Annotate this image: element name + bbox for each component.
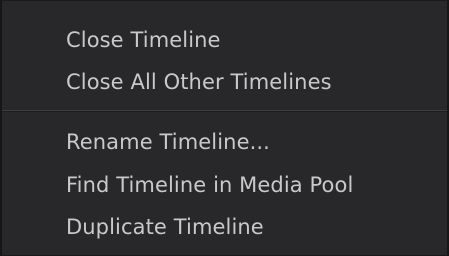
menu-item-duplicate-timeline[interactable]: Duplicate Timeline xyxy=(2,209,447,245)
timeline-context-menu: Close Timeline Close All Other Timelines… xyxy=(0,0,449,256)
menu-item-label: Find Timeline in Media Pool xyxy=(66,173,354,197)
menu-item-label: Close All Other Timelines xyxy=(66,70,332,94)
menu-item-label: Duplicate Timeline xyxy=(66,215,264,239)
menu-item-label: Close Timeline xyxy=(66,28,221,52)
menu-item-find-timeline-in-media-pool[interactable]: Find Timeline in Media Pool xyxy=(2,167,447,203)
menu-separator-shadow xyxy=(2,111,447,112)
menu-item-close-all-other-timelines[interactable]: Close All Other Timelines xyxy=(2,64,447,100)
menu-item-close-timeline[interactable]: Close Timeline xyxy=(2,22,447,58)
menu-item-label: Rename Timeline... xyxy=(66,130,270,154)
menu-item-rename-timeline[interactable]: Rename Timeline... xyxy=(2,124,447,160)
